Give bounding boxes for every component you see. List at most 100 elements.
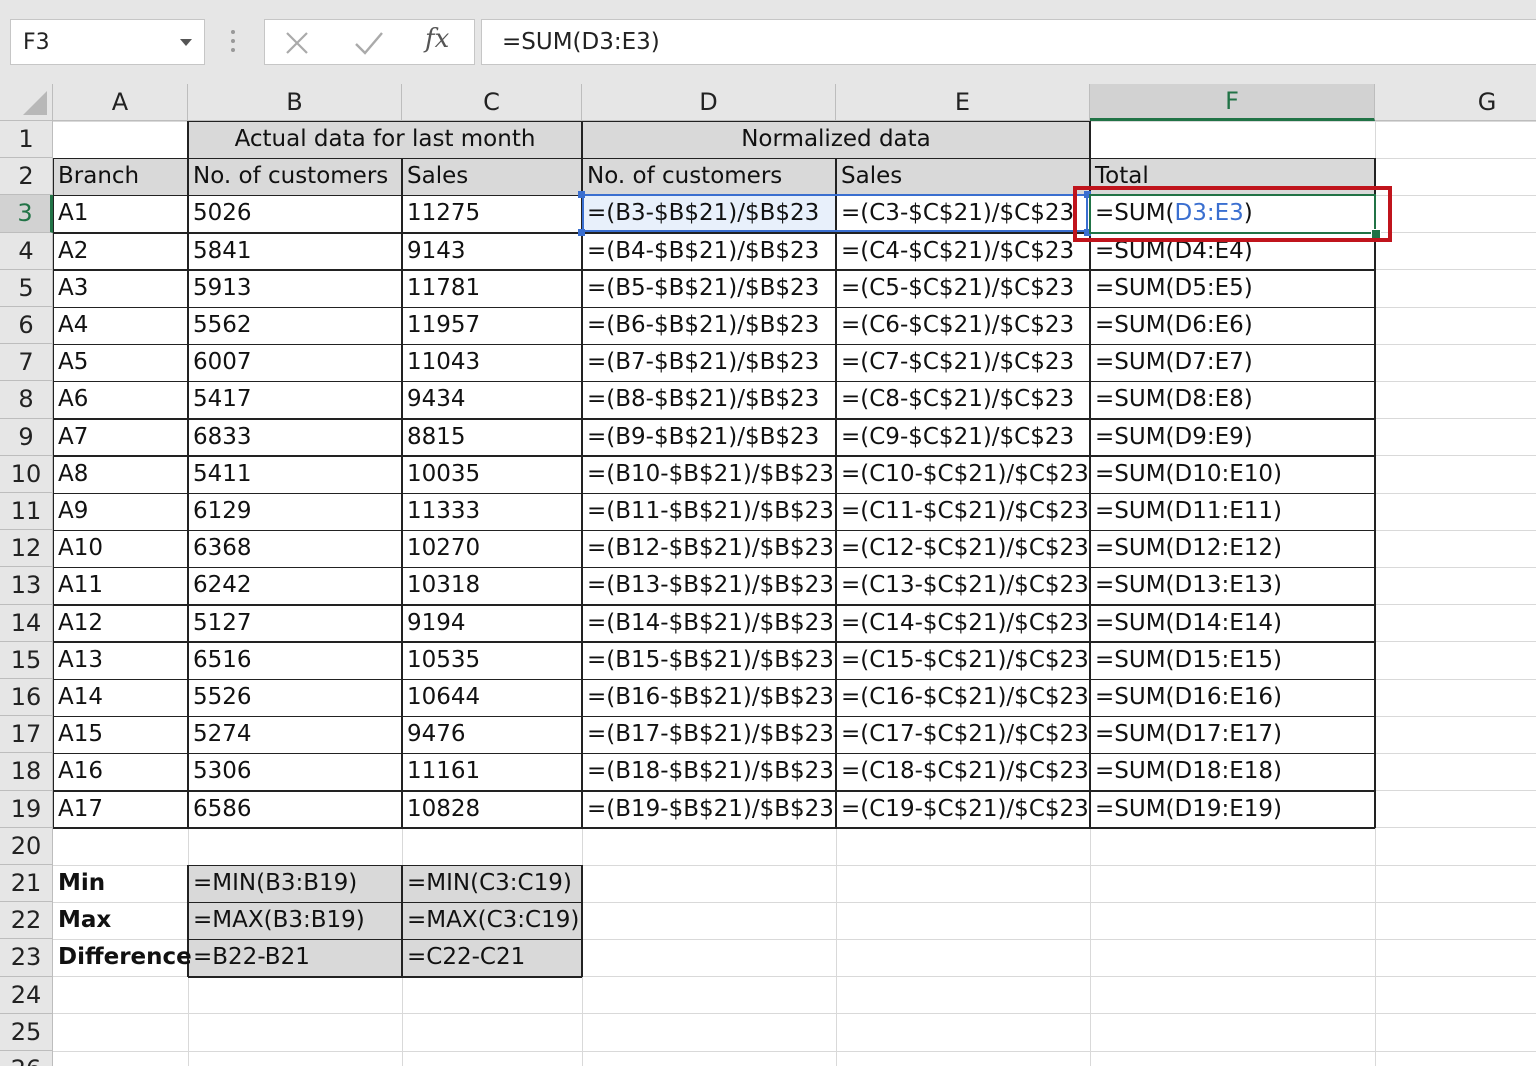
row-header-5[interactable]: 5	[0, 269, 53, 307]
cell-customers[interactable]: 6833	[188, 419, 402, 456]
cell-customers[interactable]: 6586	[188, 791, 402, 828]
cell-branch[interactable]: A12	[53, 605, 188, 642]
cell-norm-sales[interactable]: =(C18-$C$21)/$C$23	[836, 753, 1090, 790]
row-header-2[interactable]: 2	[0, 158, 53, 196]
cell-total[interactable]: =SUM(D11:E11)	[1090, 493, 1375, 530]
cell-norm-sales[interactable]: =(C15-$C$21)/$C$23	[836, 642, 1090, 679]
cell-sales[interactable]: 11333	[402, 493, 582, 530]
cell-sales[interactable]: 10535	[402, 642, 582, 679]
row-header-18[interactable]: 18	[0, 753, 53, 791]
cell-sales[interactable]: 9434	[402, 381, 582, 418]
cell-norm-sales[interactable]: =(C9-$C$21)/$C$23	[836, 419, 1090, 456]
row-header-16[interactable]: 16	[0, 679, 53, 717]
cell-sales[interactable]: 10318	[402, 567, 582, 604]
cell-norm-customers[interactable]: =(B7-$B$21)/$B$23	[582, 344, 836, 381]
cell-total[interactable]: =SUM(D19:E19)	[1090, 791, 1375, 828]
cell-total[interactable]: =SUM(D18:E18)	[1090, 753, 1375, 790]
cell-customers[interactable]: 5913	[188, 270, 402, 307]
cell-norm-sales[interactable]: =(C17-$C$21)/$C$23	[836, 716, 1090, 753]
cell-branch[interactable]: A10	[53, 530, 188, 567]
row-header-25[interactable]: 25	[0, 1013, 53, 1051]
column-header-e[interactable]: E	[836, 84, 1090, 121]
cell-sales[interactable]: 11043	[402, 344, 582, 381]
cell-branch[interactable]: A6	[53, 381, 188, 418]
summary-b[interactable]: =MIN(B3:B19)	[188, 865, 402, 902]
cell-total[interactable]: =SUM(D16:E16)	[1090, 679, 1375, 716]
row-header-13[interactable]: 13	[0, 567, 53, 605]
column-header-d[interactable]: D	[582, 84, 836, 121]
cell-branch[interactable]: A8	[53, 456, 188, 493]
cell-customers[interactable]: 5841	[188, 233, 402, 270]
cell-branch[interactable]: A2	[53, 233, 188, 270]
cell-sales[interactable]: 11161	[402, 753, 582, 790]
cell-total[interactable]: =SUM(D8:E8)	[1090, 381, 1375, 418]
cell-branch[interactable]: A11	[53, 567, 188, 604]
cell-norm-customers[interactable]: =(B14-$B$21)/$B$23	[582, 605, 836, 642]
cell-sales[interactable]: 10035	[402, 456, 582, 493]
cell-sales[interactable]: 9143	[402, 233, 582, 270]
cell-norm-customers[interactable]: =(B12-$B$21)/$B$23	[582, 530, 836, 567]
cell-norm-customers[interactable]: =(B11-$B$21)/$B$23	[582, 493, 836, 530]
header-norm-customers[interactable]: No. of customers	[582, 158, 836, 195]
cell-sales[interactable]: 9194	[402, 605, 582, 642]
cell-sales[interactable]: 11957	[402, 307, 582, 344]
cell-customers[interactable]: 6242	[188, 567, 402, 604]
cell-norm-sales[interactable]: =(C13-$C$21)/$C$23	[836, 567, 1090, 604]
summary-c[interactable]: =MIN(C3:C19)	[402, 865, 582, 902]
cell-norm-sales[interactable]: =(C10-$C$21)/$C$23	[836, 456, 1090, 493]
cell-norm-sales[interactable]: =(C16-$C$21)/$C$23	[836, 679, 1090, 716]
summary-b[interactable]: =B22-B21	[188, 939, 402, 976]
cell-norm-sales[interactable]: =(C7-$C$21)/$C$23	[836, 344, 1090, 381]
cell-branch[interactable]: A14	[53, 679, 188, 716]
cell-sales[interactable]: 10270	[402, 530, 582, 567]
cell-total[interactable]: =SUM(D12:E12)	[1090, 530, 1375, 567]
cell-branch[interactable]: A16	[53, 753, 188, 790]
cell-total[interactable]: =SUM(D14:E14)	[1090, 605, 1375, 642]
cell-customers[interactable]: 6368	[188, 530, 402, 567]
drag-handle-icon[interactable]	[231, 30, 237, 56]
row-header-1[interactable]: 1	[0, 121, 53, 159]
cell-norm-customers[interactable]: =(B18-$B$21)/$B$23	[582, 753, 836, 790]
row-header-11[interactable]: 11	[0, 493, 53, 531]
cell-sales[interactable]: 9476	[402, 716, 582, 753]
header-customers[interactable]: No. of customers	[188, 158, 402, 195]
column-header-f[interactable]: F	[1090, 84, 1375, 121]
cell-norm-customers[interactable]: =(B17-$B$21)/$B$23	[582, 716, 836, 753]
cell-branch[interactable]: A13	[53, 642, 188, 679]
cell-norm-sales[interactable]: =(C19-$C$21)/$C$23	[836, 791, 1090, 828]
cell-customers[interactable]: 5127	[188, 605, 402, 642]
row-header-9[interactable]: 9	[0, 418, 53, 456]
row-header-4[interactable]: 4	[0, 232, 53, 270]
cell-norm-customers[interactable]: =(B10-$B$21)/$B$23	[582, 456, 836, 493]
row-header-15[interactable]: 15	[0, 641, 53, 679]
cell-norm-customers[interactable]: =(B15-$B$21)/$B$23	[582, 642, 836, 679]
header-norm-sales[interactable]: Sales	[836, 158, 1090, 195]
row-header-22[interactable]: 22	[0, 902, 53, 940]
cell-customers[interactable]: 6516	[188, 642, 402, 679]
row-header-10[interactable]: 10	[0, 455, 53, 493]
header-sales[interactable]: Sales	[402, 158, 582, 195]
cell-norm-customers[interactable]: =(B16-$B$21)/$B$23	[582, 679, 836, 716]
row-header-26[interactable]: 26	[0, 1051, 53, 1066]
summary-c[interactable]: =C22-C21	[402, 939, 582, 976]
cell-norm-sales[interactable]: =(C11-$C$21)/$C$23	[836, 493, 1090, 530]
cell-total[interactable]: =SUM(D17:E17)	[1090, 716, 1375, 753]
cell-norm-customers[interactable]: =(B4-$B$21)/$B$23	[582, 233, 836, 270]
summary-c[interactable]: =MAX(C3:C19)	[402, 902, 582, 939]
row-header-19[interactable]: 19	[0, 790, 53, 828]
check-icon[interactable]	[353, 29, 385, 57]
cell-branch[interactable]: A7	[53, 419, 188, 456]
row-header-12[interactable]: 12	[0, 530, 53, 568]
merged-header-normalized-data[interactable]: Normalized data	[582, 121, 1090, 158]
row-header-20[interactable]: 20	[0, 827, 53, 865]
cell-total[interactable]: =SUM(D7:E7)	[1090, 344, 1375, 381]
cell-customers[interactable]: 5306	[188, 753, 402, 790]
cell-norm-customers[interactable]: =(B6-$B$21)/$B$23	[582, 307, 836, 344]
row-header-21[interactable]: 21	[0, 865, 53, 903]
summary-label[interactable]: Min	[53, 865, 188, 902]
row-header-14[interactable]: 14	[0, 604, 53, 642]
cell-customers[interactable]: 6007	[188, 344, 402, 381]
column-header-c[interactable]: C	[402, 84, 582, 121]
name-box[interactable]: F3	[10, 19, 205, 65]
select-all-button[interactable]	[0, 84, 53, 121]
